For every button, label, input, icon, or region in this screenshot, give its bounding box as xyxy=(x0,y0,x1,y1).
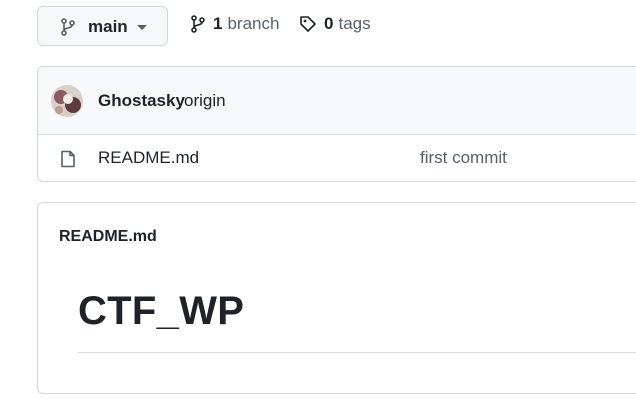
commit-author[interactable]: Ghostasky xyxy=(98,91,185,111)
divider xyxy=(78,352,636,353)
tag-label: tags xyxy=(338,14,371,33)
chevron-down-icon xyxy=(137,25,147,30)
git-branch-icon xyxy=(61,18,75,36)
tag-icon xyxy=(300,16,316,32)
readme-heading: CTF_WP xyxy=(78,289,245,333)
readme-panel: README.md CTF_WP xyxy=(37,202,636,394)
readme-title: README.md xyxy=(59,228,157,245)
avatar[interactable] xyxy=(51,85,83,117)
branch-selector-button[interactable]: main xyxy=(37,6,168,46)
latest-commit-row: Ghostasky origin xyxy=(38,67,636,135)
file-name-link[interactable]: README.md xyxy=(98,148,199,168)
file-icon xyxy=(61,150,75,168)
branches-link[interactable]: 1 branch xyxy=(190,14,279,34)
branch-label: branch xyxy=(227,14,280,33)
branch-count: 1 xyxy=(213,14,223,33)
file-listing: Ghostasky origin README.md first commit xyxy=(37,66,636,182)
commit-message[interactable]: origin xyxy=(184,91,226,111)
tag-count: 0 xyxy=(324,14,334,33)
file-commit-message[interactable]: first commit xyxy=(420,148,507,168)
tags-link[interactable]: 0 tags xyxy=(299,14,371,34)
file-row[interactable]: README.md first commit xyxy=(38,134,636,181)
git-branch-icon xyxy=(191,15,205,33)
branch-selector-label: main xyxy=(88,17,128,36)
